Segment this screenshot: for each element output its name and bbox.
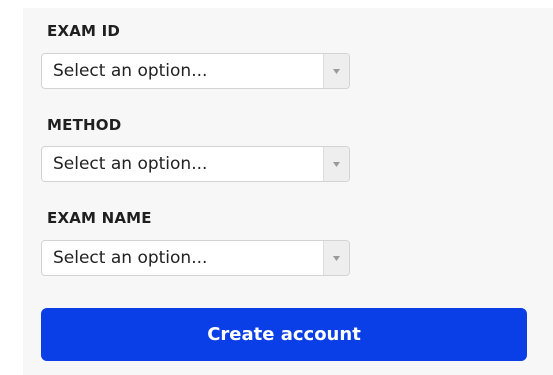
exam-name-select-value: Select an option... — [53, 248, 208, 268]
method-select-arrow[interactable] — [323, 147, 349, 181]
method-select-value: Select an option... — [53, 154, 208, 174]
exam-name-label: EXAM NAME — [47, 209, 152, 227]
method-select[interactable]: Select an option... — [41, 146, 350, 182]
method-label: METHOD — [47, 116, 122, 134]
exam-id-label: EXAM ID — [47, 22, 121, 40]
create-account-button[interactable]: Create account — [41, 308, 527, 361]
exam-name-select-arrow[interactable] — [323, 241, 349, 275]
triangle-down-icon — [333, 69, 340, 74]
triangle-down-icon — [333, 162, 340, 167]
exam-id-select[interactable]: Select an option... — [41, 53, 350, 89]
exam-id-select-arrow[interactable] — [323, 54, 349, 88]
exam-name-select[interactable]: Select an option... — [41, 240, 350, 276]
triangle-down-icon — [333, 256, 340, 261]
exam-id-select-value: Select an option... — [53, 61, 208, 81]
